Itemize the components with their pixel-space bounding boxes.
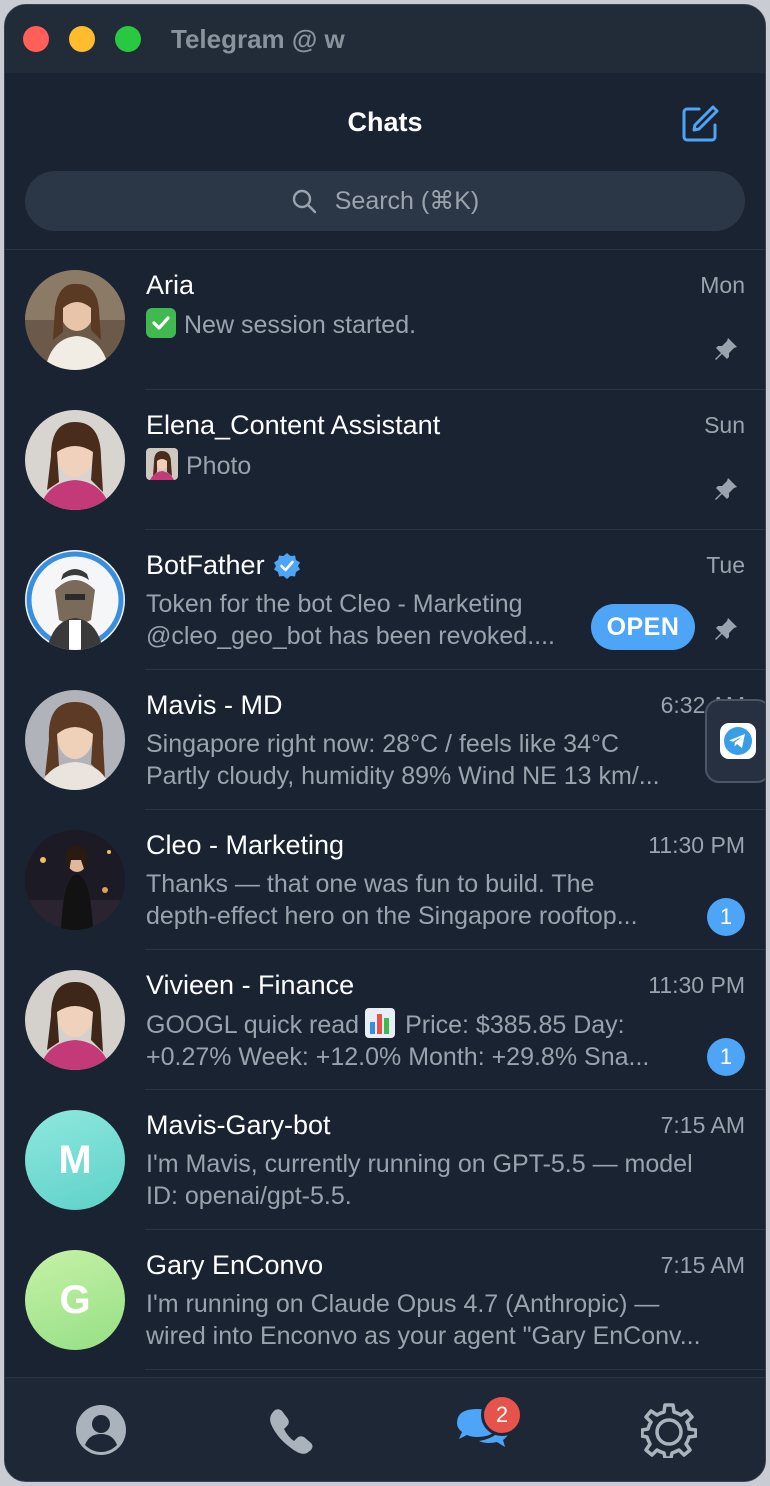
photo-thumbnail xyxy=(146,448,178,480)
window-title: Telegram @ w xyxy=(171,23,345,54)
chat-row-elena[interactable]: Elena_Content Assistant Sun Photo xyxy=(5,390,765,530)
chat-preview: Singapore right now: 28°C / feels like 3… xyxy=(146,728,706,792)
chat-name: Aria xyxy=(146,270,195,300)
chat-preview-line: wired into Enconvo as your agent "Gary E… xyxy=(146,1322,701,1350)
chat-preview-line: Thanks — that one was fun to build. The xyxy=(146,870,595,898)
search-placeholder: Search (⌘K) xyxy=(334,187,480,215)
calls-icon[interactable] xyxy=(261,1400,321,1460)
unread-badge: 1 xyxy=(707,1038,745,1076)
chat-preview-line: Photo xyxy=(186,452,252,480)
bar-chart-icon xyxy=(365,1008,396,1038)
chat-preview-line: Token for the bot Cleo - Marketing xyxy=(146,590,523,618)
avatar xyxy=(25,270,125,370)
check-mark-icon xyxy=(146,308,176,338)
chat-preview-line: Singapore right now: 28°C / feels like 3… xyxy=(146,730,620,758)
page-title: Chats xyxy=(347,106,423,137)
telegram-icon xyxy=(720,723,756,759)
chats-unread-badge: 2 xyxy=(481,1394,523,1436)
chat-name: Mavis-Gary-bot xyxy=(146,1110,331,1140)
avatar xyxy=(25,550,125,650)
chat-time: 11:30 PM xyxy=(648,972,745,998)
chats-header: Chats xyxy=(5,73,765,173)
chat-name: Mavis - MD xyxy=(146,690,283,720)
pin-icon xyxy=(715,338,737,360)
chat-name: Cleo - Marketing xyxy=(146,830,345,860)
chat-time: 7:15 AM xyxy=(660,1112,745,1138)
chat-preview-line: depth-effect hero on the Singapore rooft… xyxy=(146,902,638,930)
chat-row-cleo-marketing[interactable]: Cleo - Marketing 11:30 PM Thanks — that … xyxy=(5,810,765,950)
minimize-button[interactable] xyxy=(69,26,95,52)
zoom-button[interactable] xyxy=(115,26,141,52)
chat-preview-line: New session started. xyxy=(184,311,417,339)
bottom-tab-bar: 2 xyxy=(5,1377,765,1481)
pin-icon xyxy=(715,478,737,500)
avatar xyxy=(25,830,125,930)
chat-preview: Photo xyxy=(146,448,706,482)
avatar: G xyxy=(25,1250,125,1350)
chat-row-aria[interactable]: Aria Mon New session started. xyxy=(5,250,765,390)
chat-preview-line: GOOGL quick read xyxy=(146,1011,360,1039)
chat-preview: I'm Mavis, currently running on GPT-5.5 … xyxy=(146,1148,746,1212)
chat-row-gary-enconvo[interactable]: G Gary EnConvo 7:15 AM I'm running on Cl… xyxy=(5,1230,765,1370)
chat-time: Sun xyxy=(704,412,745,438)
search-icon xyxy=(292,189,316,214)
chat-preview-line: ID: openai/gpt-5.5. xyxy=(146,1182,352,1210)
chat-time: Tue xyxy=(706,552,745,578)
search-input[interactable]: Search (⌘K) xyxy=(25,171,745,231)
avatar xyxy=(25,970,125,1070)
contacts-icon[interactable] xyxy=(71,1400,131,1460)
title-bar: Telegram @ w xyxy=(5,5,765,73)
chat-preview: GOOGL quick read Price: $385.85 Day: +0.2… xyxy=(146,1008,696,1073)
unread-badge: 1 xyxy=(707,898,745,936)
chat-preview-line: Price: $385.85 Day: xyxy=(405,1011,625,1039)
chat-preview-line: I'm Mavis, currently running on GPT-5.5 … xyxy=(146,1150,693,1178)
pin-icon xyxy=(715,618,737,640)
window-controls xyxy=(23,26,141,52)
chat-row-vivieen-finance[interactable]: Vivieen - Finance 11:30 PM GOOGL quick r… xyxy=(5,950,765,1090)
chat-preview: Thanks — that one was fun to build. The … xyxy=(146,868,696,932)
chat-row-mavis-md[interactable]: Mavis - MD 6:32 AM Singapore right now: … xyxy=(5,670,765,810)
chat-preview-line: @cleo_geo_bot has been revoked.... xyxy=(146,622,555,650)
chat-preview: New session started. xyxy=(146,308,706,341)
close-button[interactable] xyxy=(23,26,49,52)
chat-list: Aria Mon New session started. Elena_Cont… xyxy=(5,250,765,1370)
chat-name: Elena_Content Assistant xyxy=(146,410,441,440)
avatar xyxy=(25,690,125,790)
chat-row-botfather[interactable]: BotFather Tue Token for the bot Cleo - M… xyxy=(5,530,765,670)
chat-preview: Token for the bot Cleo - Marketing @cleo… xyxy=(146,588,586,652)
chat-time: 7:15 AM xyxy=(660,1252,745,1278)
telegram-window: Telegram @ w Chats Search (⌘K) Aria Mon xyxy=(4,4,766,1482)
chat-preview: I'm running on Claude Opus 4.7 (Anthropi… xyxy=(146,1288,746,1352)
settings-icon[interactable] xyxy=(639,1400,699,1460)
chat-row-mavis-gary-bot[interactable]: M Mavis-Gary-bot 7:15 AM I'm Mavis, curr… xyxy=(5,1090,765,1230)
chat-name: BotFather xyxy=(146,550,301,581)
chat-name: Gary EnConvo xyxy=(146,1250,324,1280)
chat-name: Vivieen - Finance xyxy=(146,970,355,1000)
avatar: M xyxy=(25,1110,125,1210)
compose-icon[interactable] xyxy=(679,103,721,145)
chat-time: Mon xyxy=(700,272,745,298)
chat-preview-line: Partly cloudy, humidity 89% Wind NE 13 k… xyxy=(146,762,660,790)
chat-preview-line: I'm running on Claude Opus 4.7 (Anthropi… xyxy=(146,1290,660,1318)
telegram-floating-icon[interactable] xyxy=(705,699,765,783)
chat-name-text: BotFather xyxy=(146,550,265,580)
chat-time: 11:30 PM xyxy=(648,832,745,858)
open-bot-button[interactable]: OPEN xyxy=(591,604,695,650)
row-divider xyxy=(145,1369,765,1370)
verified-badge-icon xyxy=(273,552,300,579)
chat-preview-line: +0.27% Week: +12.0% Month: +29.8% Sna... xyxy=(146,1043,650,1071)
avatar xyxy=(25,410,125,510)
